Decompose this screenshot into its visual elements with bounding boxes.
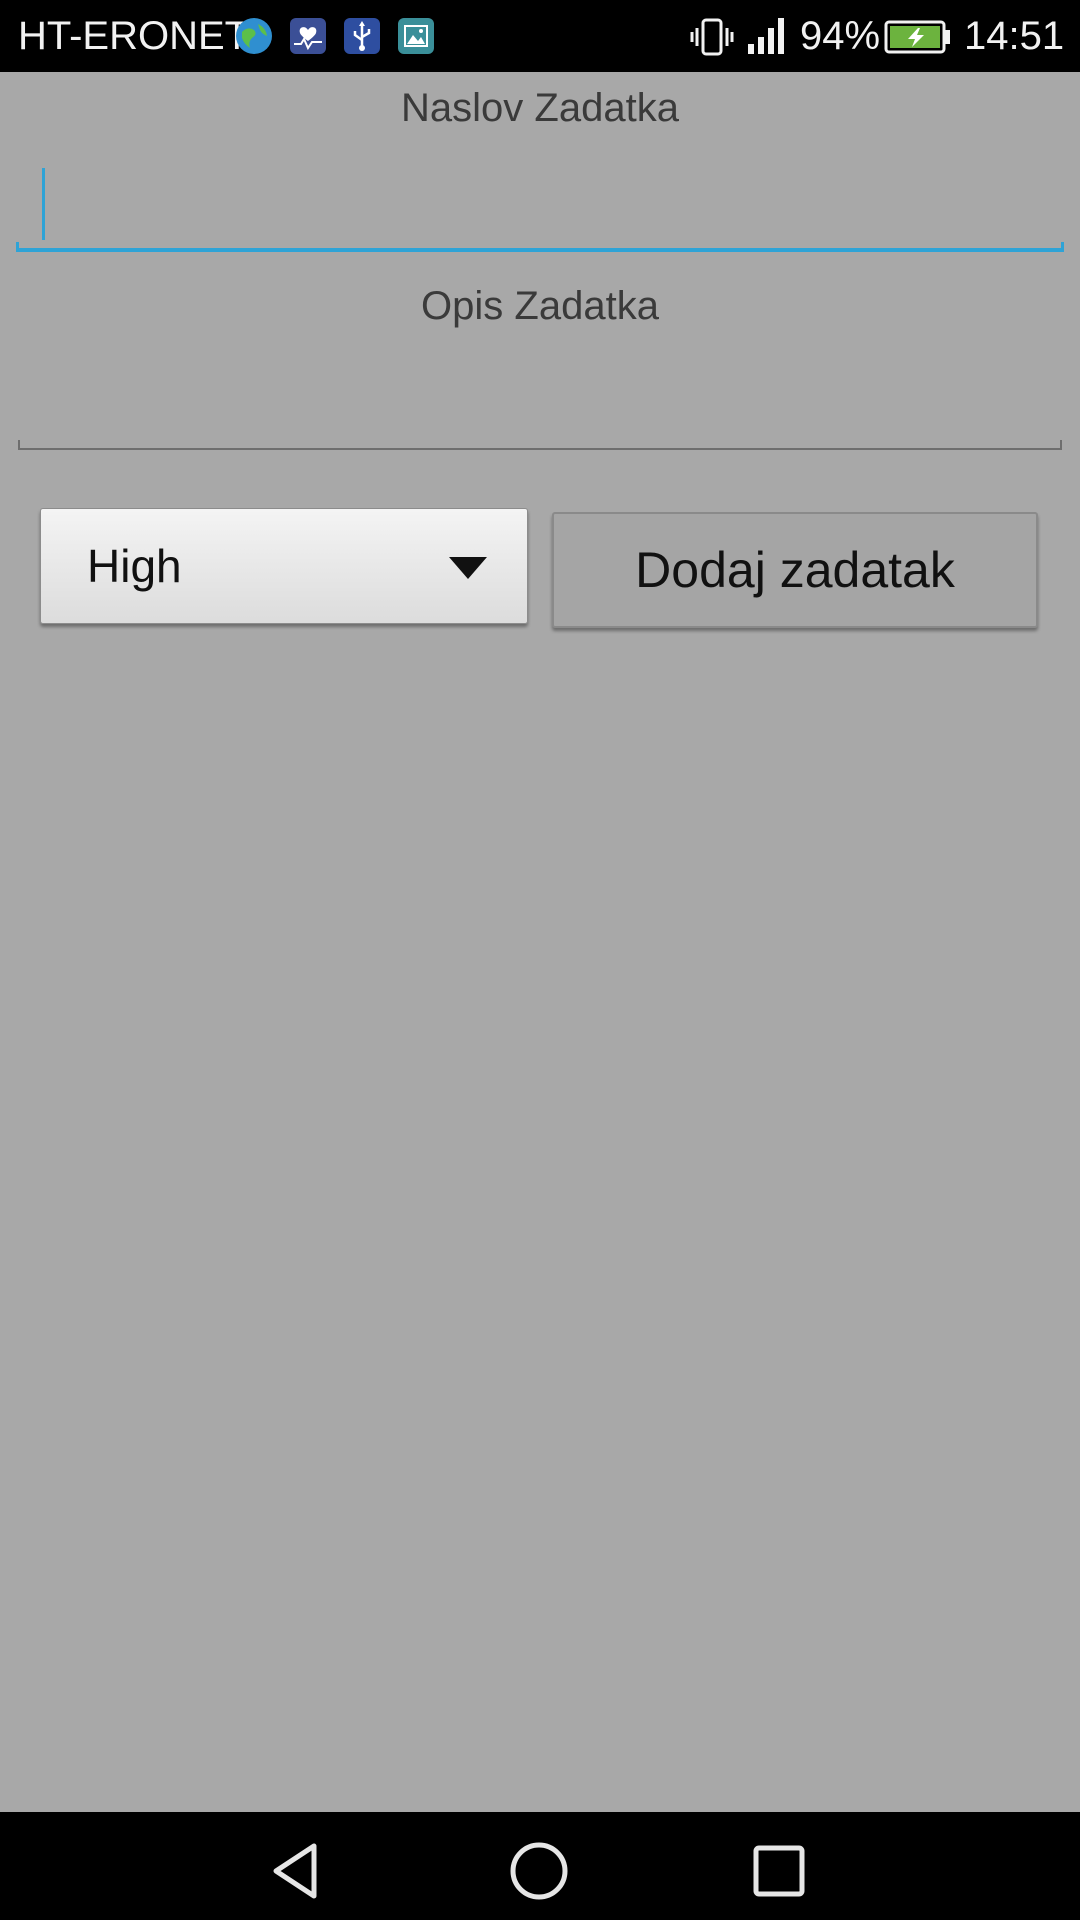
globe-icon [236,18,272,54]
home-icon[interactable] [508,1840,570,1902]
dropdown-arrow-icon [449,557,487,579]
priority-spinner[interactable]: High [40,508,528,624]
status-bar: HT-ERONET 94% 14:51 [0,0,1080,72]
gallery-icon [398,18,434,54]
vibrate-icon [690,18,734,56]
text-cursor [42,168,45,240]
back-icon[interactable] [268,1840,330,1902]
task-title-underline [16,242,1064,252]
battery-percent: 94% [800,14,881,58]
clock: 14:51 [964,14,1065,58]
task-description-label: Opis Zadatka [421,284,659,328]
health-icon [290,18,326,54]
task-title-input[interactable] [16,168,1062,252]
priority-selected-value: High [87,540,182,592]
signal-icon [746,16,788,56]
navigation-bar [0,1812,1080,1920]
carrier-name: HT-ERONET [18,14,250,58]
screen: HT-ERONET 94% 14:51 Naslov Zadatka Opis … [0,0,1080,1920]
task-description-underline [18,440,1062,450]
add-task-button[interactable]: Dodaj zadatak [552,512,1038,628]
recents-icon[interactable] [748,1840,810,1902]
task-description-input[interactable] [16,360,1062,446]
usb-icon [344,18,380,54]
task-title-label: Naslov Zadatka [401,86,679,130]
battery-icon [884,20,952,54]
